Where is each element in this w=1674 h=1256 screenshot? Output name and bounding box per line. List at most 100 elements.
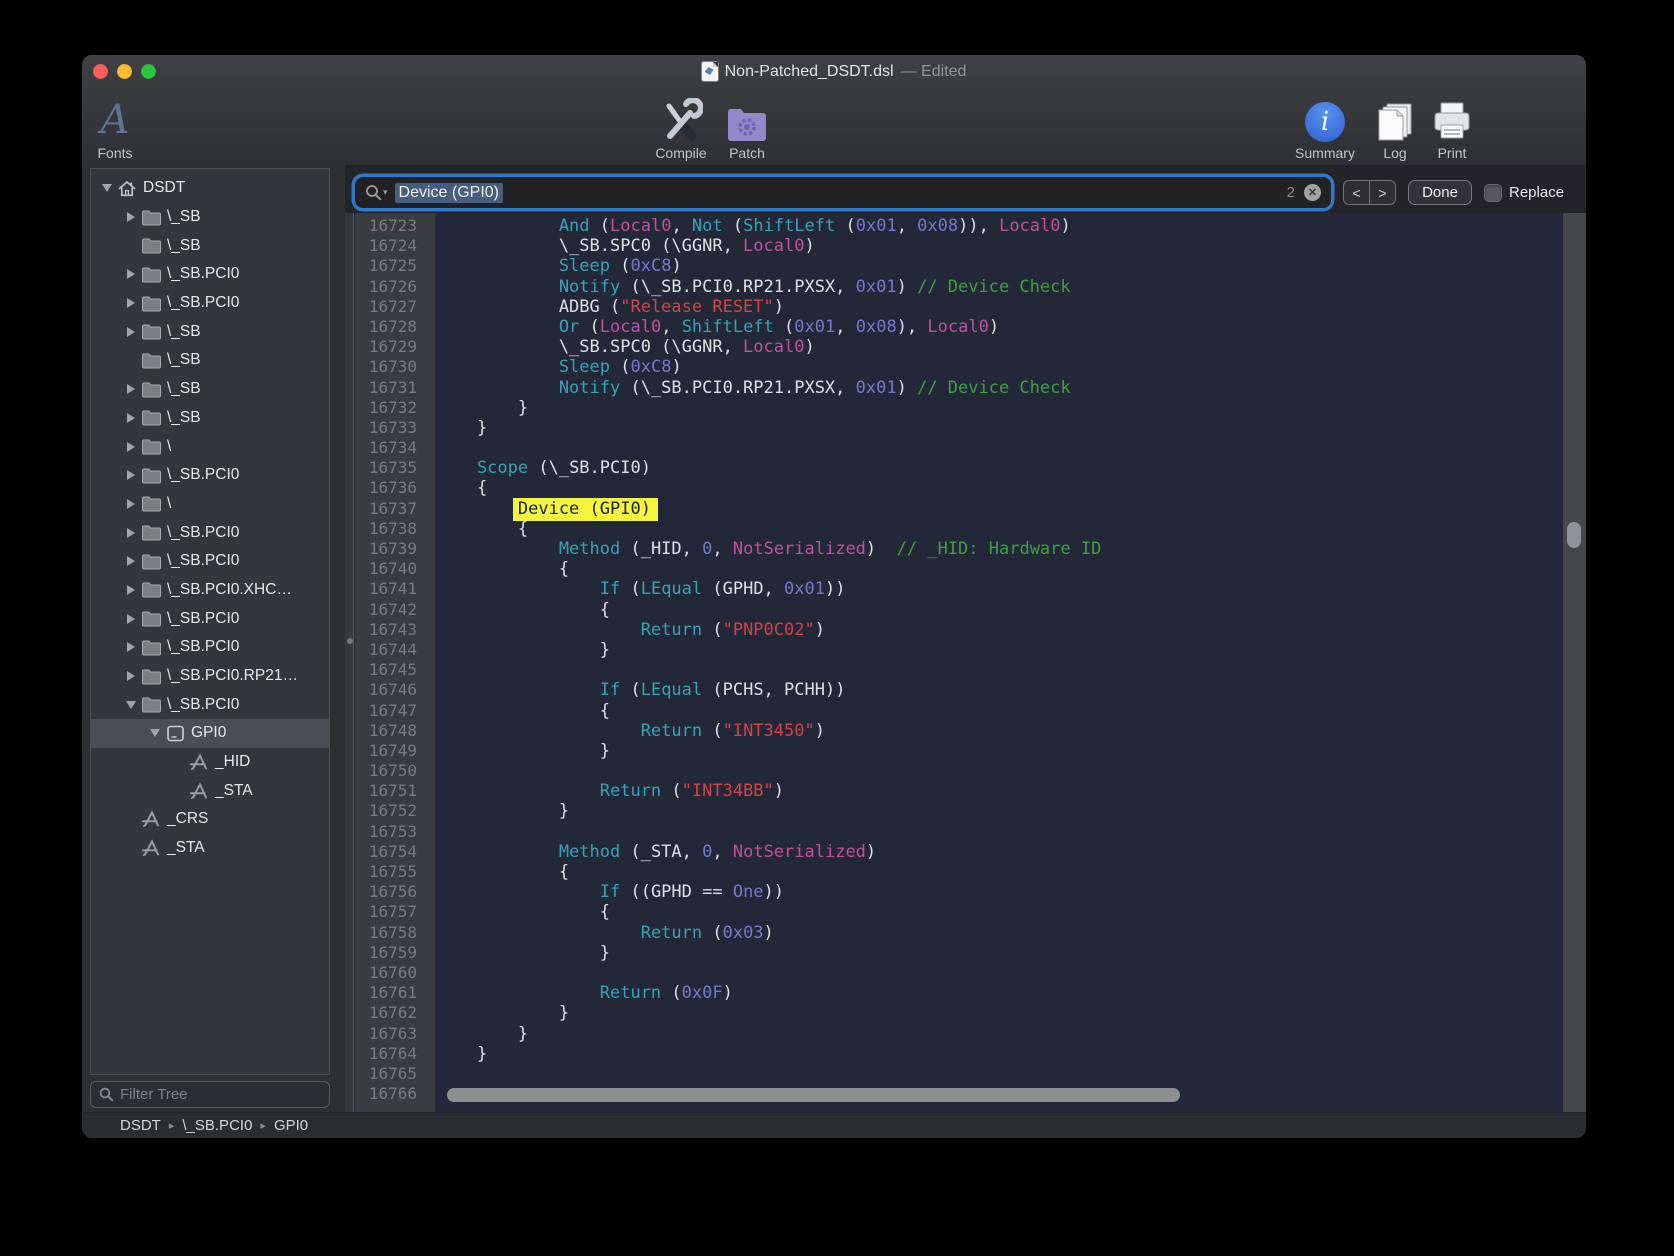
disclosure-triangle[interactable] (123, 327, 139, 337)
disclosure-triangle[interactable] (123, 384, 139, 394)
disclosure-triangle[interactable] (123, 413, 139, 423)
folder-icon (139, 639, 163, 656)
search-icon (365, 184, 382, 201)
disclosure-triangle[interactable] (123, 701, 139, 709)
code-line-text: If ((GPHD == One)) (426, 882, 784, 902)
disclosure-triangle[interactable] (147, 729, 163, 737)
code-line-text: Method (_HID, 0, NotSerialized) // _HID:… (426, 539, 1101, 559)
tree-item[interactable]: \_SB.PCI0 (91, 461, 329, 490)
code-editor[interactable]: 16723And (Local0, Not (ShiftLeft (0x01, … (345, 213, 1563, 1112)
code-line-text: Notify (\_SB.PCI0.RP21.PXSX, 0x01) // De… (426, 277, 1071, 297)
tree-item[interactable]: \_SB.PCI0 (91, 260, 329, 289)
line-number: 16746 (355, 680, 426, 700)
tree-item-label: \_SB (167, 351, 201, 369)
clear-search-button[interactable]: ✕ (1304, 184, 1321, 201)
disclosure-triangle[interactable] (123, 585, 139, 595)
home-icon (115, 179, 139, 198)
print-button[interactable]: Print (1424, 96, 1480, 161)
code-line-text: Sleep (0xC8) (426, 256, 682, 276)
tree-item[interactable]: DSDT (91, 174, 329, 203)
tree-item[interactable]: \_SB.PCI0 (91, 289, 329, 318)
line-number: 16724 (355, 236, 426, 256)
minimize-button[interactable] (117, 64, 132, 79)
code-line: 16752} (355, 801, 1563, 821)
code-line: 16765 (355, 1064, 1563, 1084)
code-line-text: } (426, 1003, 569, 1023)
code-line-text: } (426, 1024, 528, 1044)
disclosure-triangle[interactable] (123, 528, 139, 538)
disclosure-triangle[interactable] (123, 269, 139, 279)
tree-item[interactable]: _CRS (91, 805, 329, 834)
log-button[interactable]: Log (1367, 96, 1423, 161)
split-handle-dot (347, 638, 353, 644)
tree-item[interactable]: \_SB (91, 317, 329, 346)
disclosure-triangle[interactable] (123, 614, 139, 624)
filter-tree-input[interactable]: Filter Tree (90, 1081, 330, 1108)
tree-item[interactable]: \_SB.PCI0 (91, 518, 329, 547)
chevron-down-icon[interactable]: ▾ (383, 187, 388, 198)
disclosure-triangle[interactable] (123, 298, 139, 308)
dsdt-tree-panel[interactable]: DSDT\_SB\_SB\_SB.PCI0\_SB.PCI0\_SB\_SB\_… (90, 168, 330, 1075)
tree-item[interactable]: \_SB (91, 231, 329, 260)
tree-item[interactable]: \_SB.PCI0.XHC… (91, 576, 329, 605)
vertical-scrollbar-track[interactable] (1563, 213, 1586, 1112)
tree-item[interactable]: \ (91, 432, 329, 461)
close-button[interactable] (93, 64, 108, 79)
tree-item[interactable]: _STA (91, 776, 329, 805)
disclosure-triangle[interactable] (123, 556, 139, 566)
tree-item[interactable]: \_SB.PCI0.RP21… (91, 662, 329, 691)
replace-checkbox[interactable] (1485, 185, 1501, 201)
folder-icon (139, 610, 163, 627)
horizontal-scrollbar-thumb[interactable] (447, 1088, 1180, 1102)
code-line-text (426, 822, 436, 842)
line-number: 16729 (355, 337, 426, 357)
disclosure-triangle[interactable] (123, 470, 139, 480)
split-handle[interactable] (345, 213, 354, 1112)
disclosure-triangle[interactable] (99, 184, 115, 192)
tree-item[interactable]: \_SB.PCI0 (91, 604, 329, 633)
line-number: 16748 (355, 721, 426, 741)
tree-item[interactable]: \_SB (91, 203, 329, 232)
disclosure-triangle[interactable] (123, 442, 139, 452)
disclosure-triangle[interactable] (123, 212, 139, 222)
replace-label: Replace (1509, 184, 1564, 201)
zoom-button[interactable] (141, 64, 156, 79)
previous-match-button[interactable]: < (1344, 181, 1370, 204)
tree-item[interactable]: \_SB (91, 375, 329, 404)
code-line-text: And (Local0, Not (ShiftLeft (0x01, 0x08)… (426, 216, 1071, 236)
disclosure-triangle[interactable] (123, 642, 139, 652)
code-line: 16725Sleep (0xC8) (355, 256, 1563, 276)
tree-item-label: \ (167, 495, 171, 513)
tree-item[interactable]: \_SB.PCI0 (91, 633, 329, 662)
line-number: 16741 (355, 579, 426, 599)
summary-button[interactable]: i Summary (1285, 96, 1365, 161)
done-button[interactable]: Done (1408, 180, 1472, 205)
log-icon (1374, 96, 1416, 142)
patch-button[interactable]: Patch (718, 96, 776, 161)
code-line: 16746If (LEqual (PCHS, PCHH)) (355, 680, 1563, 700)
tree-item[interactable]: \_SB.PCI0 (91, 547, 329, 576)
search-input[interactable]: ▾ Device (GPI0) 2 ✕ (355, 177, 1331, 208)
disclosure-triangle[interactable] (123, 671, 139, 681)
fonts-button[interactable]: A Fonts (85, 96, 145, 161)
code-line-text: Sleep (0xC8) (426, 357, 682, 377)
title-bar[interactable]: Non-Patched_DSDT.dsl — Edited (82, 55, 1586, 88)
tree-item[interactable]: GPI0 (91, 719, 329, 748)
folder-icon (139, 323, 163, 340)
compile-button[interactable]: Compile (646, 96, 716, 161)
tree-item[interactable]: \_SB (91, 404, 329, 433)
next-match-button[interactable]: > (1370, 181, 1395, 204)
tree-item-label: \_SB.PCI0 (167, 638, 239, 656)
disclosure-triangle[interactable] (123, 499, 139, 509)
code-line-text: Return ("PNP0C02") (426, 620, 825, 640)
vertical-scrollbar-thumb[interactable] (1567, 522, 1581, 548)
tree-item[interactable]: \_SB.PCI0 (91, 690, 329, 719)
tree-item[interactable]: _HID (91, 748, 329, 777)
tree-item[interactable]: _STA (91, 834, 329, 863)
code-line-text: Notify (\_SB.PCI0.RP21.PXSX, 0x01) // De… (426, 378, 1071, 398)
code-line-text (426, 963, 436, 983)
tree-item[interactable]: \ (91, 490, 329, 519)
tree-item[interactable]: \_SB (91, 346, 329, 375)
code-line-text: } (426, 741, 610, 761)
method-icon (187, 753, 211, 771)
